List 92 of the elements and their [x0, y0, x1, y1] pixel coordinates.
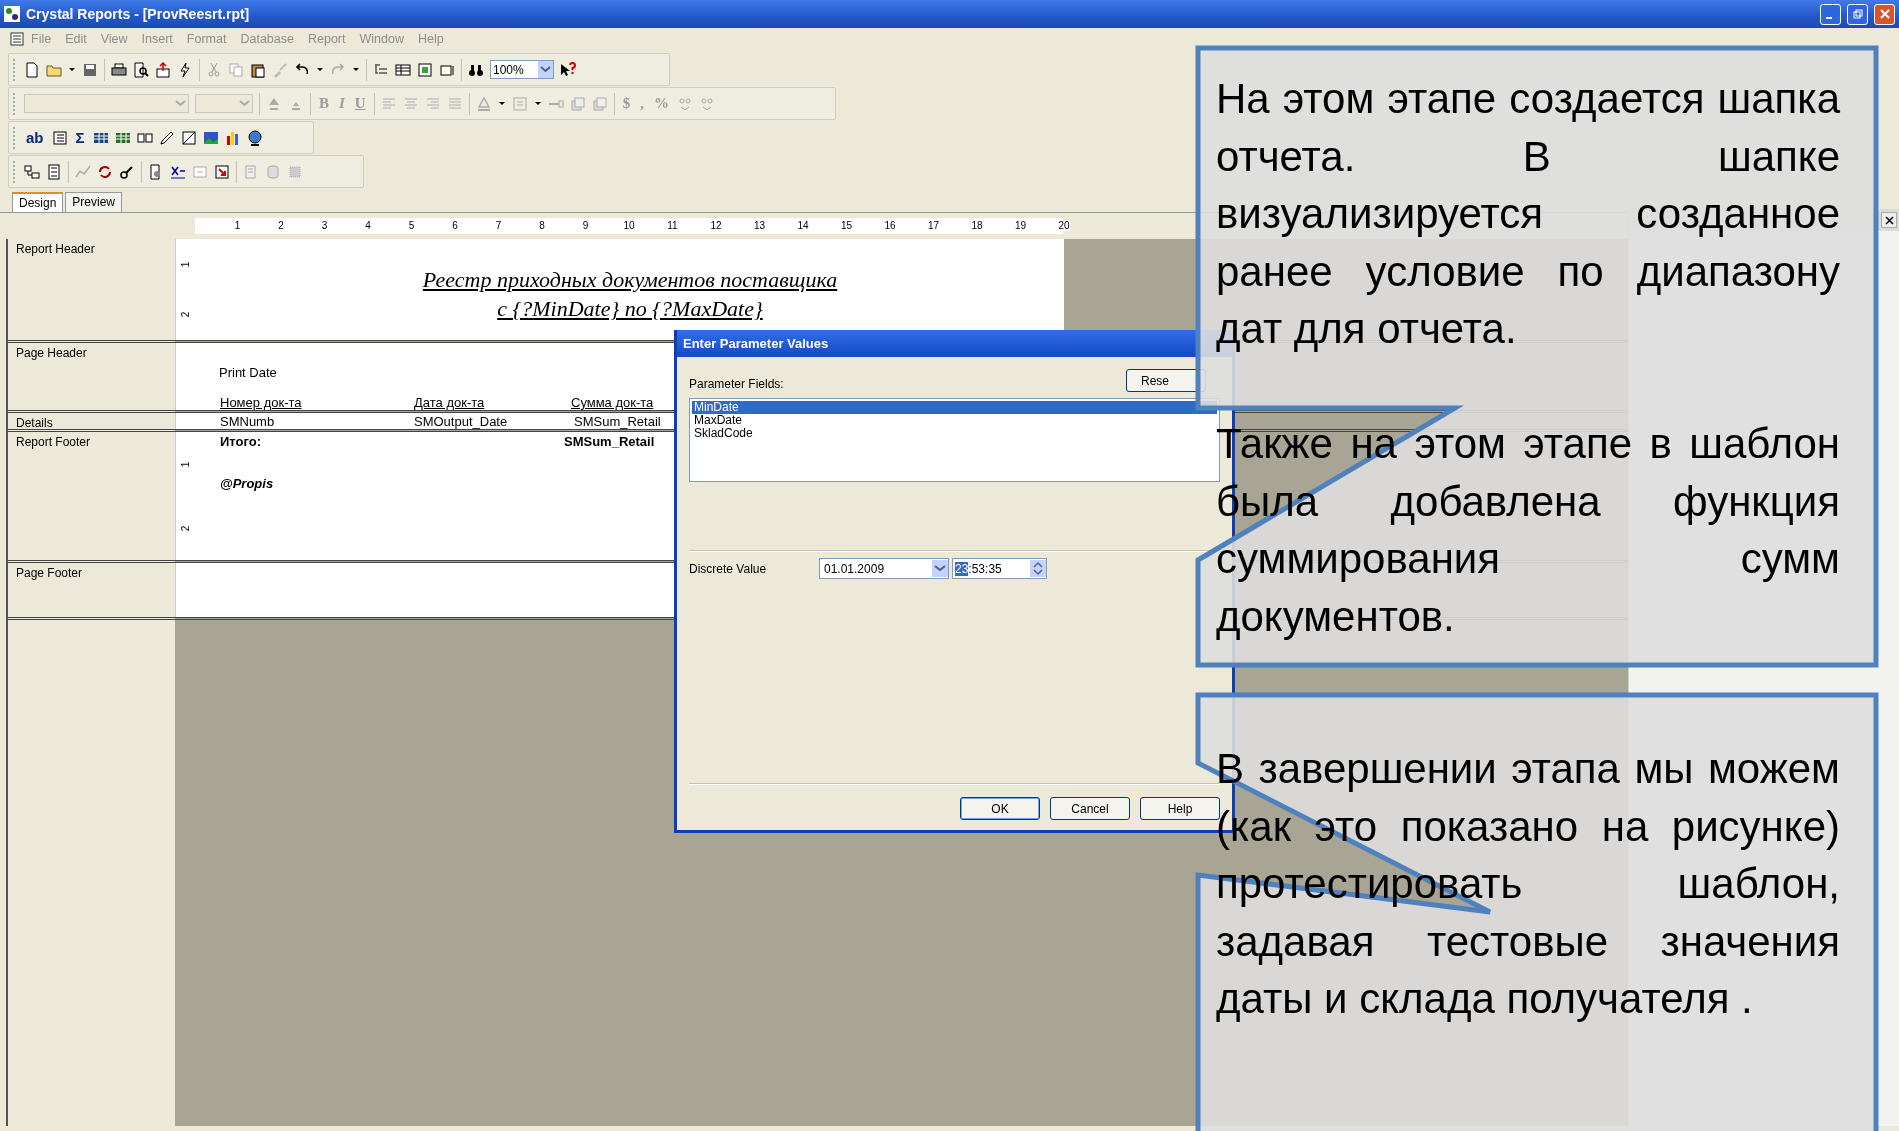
- ruler-number: 11: [666, 221, 679, 231]
- dialog-button[interactable]: OK: [960, 797, 1040, 820]
- ruler-number: 1: [233, 221, 242, 231]
- report-field[interactable]: SMNumb: [220, 414, 275, 429]
- ruler-number: 1: [180, 261, 192, 268]
- ruler-number: 10: [622, 221, 636, 231]
- ruler-number: 2: [277, 221, 285, 231]
- ruler-number: 20: [1057, 221, 1071, 231]
- crossed-box-icon[interactable]: [180, 129, 197, 146]
- toolbar-button[interactable]: ab: [24, 129, 46, 146]
- ruler-number: 9: [581, 221, 590, 231]
- window-icon[interactable]: [417, 61, 433, 78]
- ruler-number: 19: [1013, 221, 1028, 231]
- report-field[interactable]: @Propis: [220, 476, 274, 491]
- page-icon[interactable]: [24, 61, 40, 78]
- ruler-number: 2: [180, 311, 192, 318]
- ruler-number: 14: [796, 221, 810, 231]
- list-item[interactable]: SkladCode: [692, 427, 1217, 440]
- time-field[interactable]: 23:53:35: [952, 558, 1047, 579]
- table-icon[interactable]: [395, 61, 411, 78]
- ruler-number: 18: [970, 221, 984, 231]
- tab[interactable]: Design: [12, 192, 64, 212]
- section-label[interactable]: Page Footer: [8, 563, 175, 581]
- minimize-button[interactable]: [1820, 3, 1841, 25]
- arrow-box-icon[interactable]: [214, 163, 230, 180]
- export-icon[interactable]: [155, 61, 171, 78]
- section-label[interactable]: Report Header: [8, 239, 175, 257]
- list-item[interactable]: MinDate: [692, 401, 1217, 414]
- report-field[interactable]: Номер док-та: [220, 395, 302, 410]
- document-icon[interactable]: [10, 32, 24, 46]
- ruler-number: 4: [364, 221, 372, 231]
- tab[interactable]: Preview: [65, 192, 123, 212]
- close-icon: [1884, 215, 1894, 225]
- report-field[interactable]: SMOutput_Date: [414, 414, 508, 429]
- ruler-number: 8: [538, 221, 546, 231]
- section-label[interactable]: Page Header: [8, 343, 175, 361]
- dialog-button[interactable]: Cancel: [1050, 797, 1130, 820]
- report-field[interactable]: Итого:: [220, 434, 261, 449]
- ruler-number: 2: [180, 525, 192, 531]
- restore-icon: [1852, 9, 1863, 19]
- ruler-number: 17: [926, 221, 941, 231]
- restore-button[interactable]: [1847, 3, 1868, 25]
- report-field[interactable]: SMSum_Retail: [574, 414, 661, 429]
- field-label: Discrete Value: [689, 561, 768, 576]
- globe-icon[interactable]: [246, 129, 263, 146]
- dots-icon[interactable]: [698, 95, 715, 112]
- ruler-number: 3: [320, 221, 329, 231]
- callout-text: На этом этапе создается шапка отчета. В шапке визуализируется созданное ранее условие по диапазону дат для отчета.: [1216, 74, 1840, 354]
- date-dropdown[interactable]: 01.01.2009: [819, 558, 949, 579]
- report-field[interactable]: Print Date: [219, 365, 277, 380]
- dots-icon[interactable]: [676, 95, 693, 112]
- report-field[interactable]: с {?MinDate} по {?MaxDate}: [497, 296, 763, 321]
- toolbar-button[interactable]: Σ: [73, 129, 87, 146]
- list-icon[interactable]: [51, 129, 68, 146]
- dotted-square-icon[interactable]: [287, 163, 303, 180]
- close-icon: [1879, 9, 1890, 19]
- link-icon[interactable]: [119, 163, 135, 180]
- pen-icon[interactable]: [158, 129, 175, 146]
- picture-icon[interactable]: [202, 129, 219, 146]
- section-label[interactable]: Details: [8, 413, 175, 431]
- ruler-number: 12: [709, 221, 723, 231]
- ruler-number: 1: [180, 461, 192, 467]
- dialog-button[interactable]: Help: [1140, 797, 1220, 820]
- zoom-dropdown[interactable]: 100%: [490, 60, 554, 79]
- report-field[interactable]: Дата док-та: [414, 395, 485, 410]
- report-field[interactable]: Реестр приходных документов поставщика: [422, 267, 838, 292]
- ruler-number: 15: [839, 221, 854, 231]
- spinner-icon[interactable]: [1030, 560, 1046, 577]
- close-button[interactable]: [1881, 212, 1897, 228]
- report-field[interactable]: Сумма док-та: [571, 395, 654, 410]
- section-label[interactable]: Report Footer: [8, 432, 175, 450]
- bar-chart-icon[interactable]: [224, 129, 241, 146]
- ruler-number: 13: [752, 221, 767, 231]
- lines-box-icon[interactable]: [46, 163, 62, 180]
- clipboard-icon[interactable]: [250, 61, 266, 78]
- list-item[interactable]: MaxDate: [692, 414, 1217, 427]
- minimize-icon: [1825, 17, 1832, 19]
- page-magnifier-icon[interactable]: [133, 61, 149, 78]
- vertical-ruler: [175, 563, 196, 617]
- ruler-number: 5: [407, 221, 416, 231]
- field-label: Parameter Fields:: [689, 377, 784, 391]
- window-title: Crystal Reports - [ProvReesrt.rpt]: [26, 6, 251, 22]
- ruler-number: 16: [883, 221, 897, 231]
- app-logo-icon: [4, 6, 20, 22]
- pointer-question-icon[interactable]: [560, 61, 576, 78]
- report-field[interactable]: SMSum_Retail: [564, 434, 655, 449]
- lightning-icon[interactable]: [177, 61, 193, 78]
- printer-icon[interactable]: [111, 61, 127, 78]
- cycle-arrows-icon[interactable]: [97, 163, 113, 180]
- ruler-number: 6: [451, 221, 459, 231]
- ruler-number: 7: [494, 221, 503, 231]
- linked-boxes-icon[interactable]: [24, 163, 40, 180]
